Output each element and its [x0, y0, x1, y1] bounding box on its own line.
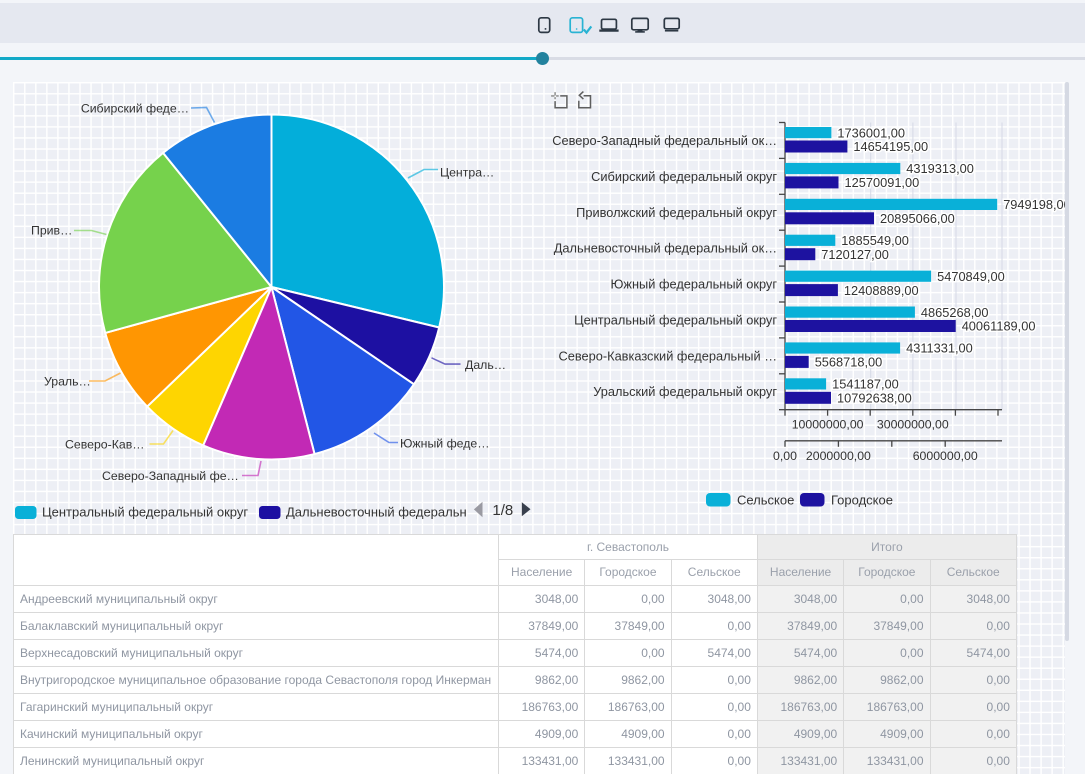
- svg-text:20895066,00: 20895066,00: [880, 211, 955, 226]
- svg-text:Дальневосточный федеральный о: Дальневосточный федеральный о: [286, 505, 494, 520]
- svg-text:Южный феде…: Южный феде…: [400, 437, 490, 451]
- svg-text:Центра…: Центра…: [440, 166, 494, 180]
- svg-text:14654195,00: 14654195,00: [853, 139, 928, 154]
- svg-text:Сельское: Сельское: [737, 493, 794, 508]
- svg-text:10000000,00: 10000000,00: [792, 418, 864, 432]
- svg-text:Дальневосточный федеральный ок: Дальневосточный федеральный ок…: [554, 241, 777, 256]
- svg-text:Северо-Кавказский федеральный: Северо-Кавказский федеральный …: [558, 348, 777, 363]
- svg-text:Южный федеральный округ: Южный федеральный округ: [611, 277, 778, 292]
- svg-text:5568718,00: 5568718,00: [815, 355, 883, 370]
- svg-text:6000000,00: 6000000,00: [913, 449, 978, 463]
- svg-text:Прив…: Прив…: [31, 224, 72, 238]
- svg-text:5470849,00: 5470849,00: [937, 269, 1005, 284]
- svg-text:12570091,00: 12570091,00: [845, 175, 920, 190]
- svg-text:4319313,00: 4319313,00: [906, 161, 974, 176]
- svg-text:Приволжский федеральный округ: Приволжский федеральный округ: [576, 205, 777, 220]
- svg-text:Северо-Западный федеральный ок: Северо-Западный федеральный ок…: [552, 133, 777, 148]
- svg-text:12408889,00: 12408889,00: [844, 283, 919, 298]
- svg-text:0,00: 0,00: [773, 449, 797, 463]
- svg-text:4865268,00: 4865268,00: [921, 305, 989, 320]
- svg-text:40061189,00: 40061189,00: [962, 319, 1036, 334]
- svg-text:1885549,00: 1885549,00: [841, 233, 909, 248]
- svg-text:Сибирский феде…: Сибирский феде…: [81, 102, 189, 116]
- svg-text:Центральный федеральный округ: Центральный федеральный округ: [574, 312, 777, 327]
- svg-text:10792638,00: 10792638,00: [837, 391, 912, 406]
- svg-text:Ураль…: Ураль…: [44, 375, 91, 389]
- svg-text:7949198,00: 7949198,00: [1003, 197, 1065, 212]
- svg-text:1736001,00: 1736001,00: [837, 125, 905, 140]
- svg-text:Северо-Западный фе…: Северо-Западный фе…: [102, 469, 239, 483]
- svg-text:2000000,00: 2000000,00: [806, 449, 871, 463]
- svg-text:1541187,00: 1541187,00: [832, 377, 899, 392]
- svg-text:Уральский федеральный округ: Уральский федеральный округ: [593, 384, 777, 399]
- svg-text:4311331,00: 4311331,00: [906, 341, 973, 356]
- svg-text:Городское: Городское: [831, 493, 893, 508]
- svg-text:30000000,00: 30000000,00: [877, 418, 949, 432]
- svg-text:7120127,00: 7120127,00: [821, 247, 889, 262]
- svg-text:Сибирский федеральный округ: Сибирский федеральный округ: [591, 169, 777, 184]
- svg-text:Северо-Кав…: Северо-Кав…: [65, 438, 145, 452]
- svg-text:Центральный федеральный округ: Центральный федеральный округ: [42, 505, 248, 520]
- svg-text:Даль…: Даль…: [465, 358, 506, 372]
- svg-text:1/8: 1/8: [492, 502, 513, 519]
